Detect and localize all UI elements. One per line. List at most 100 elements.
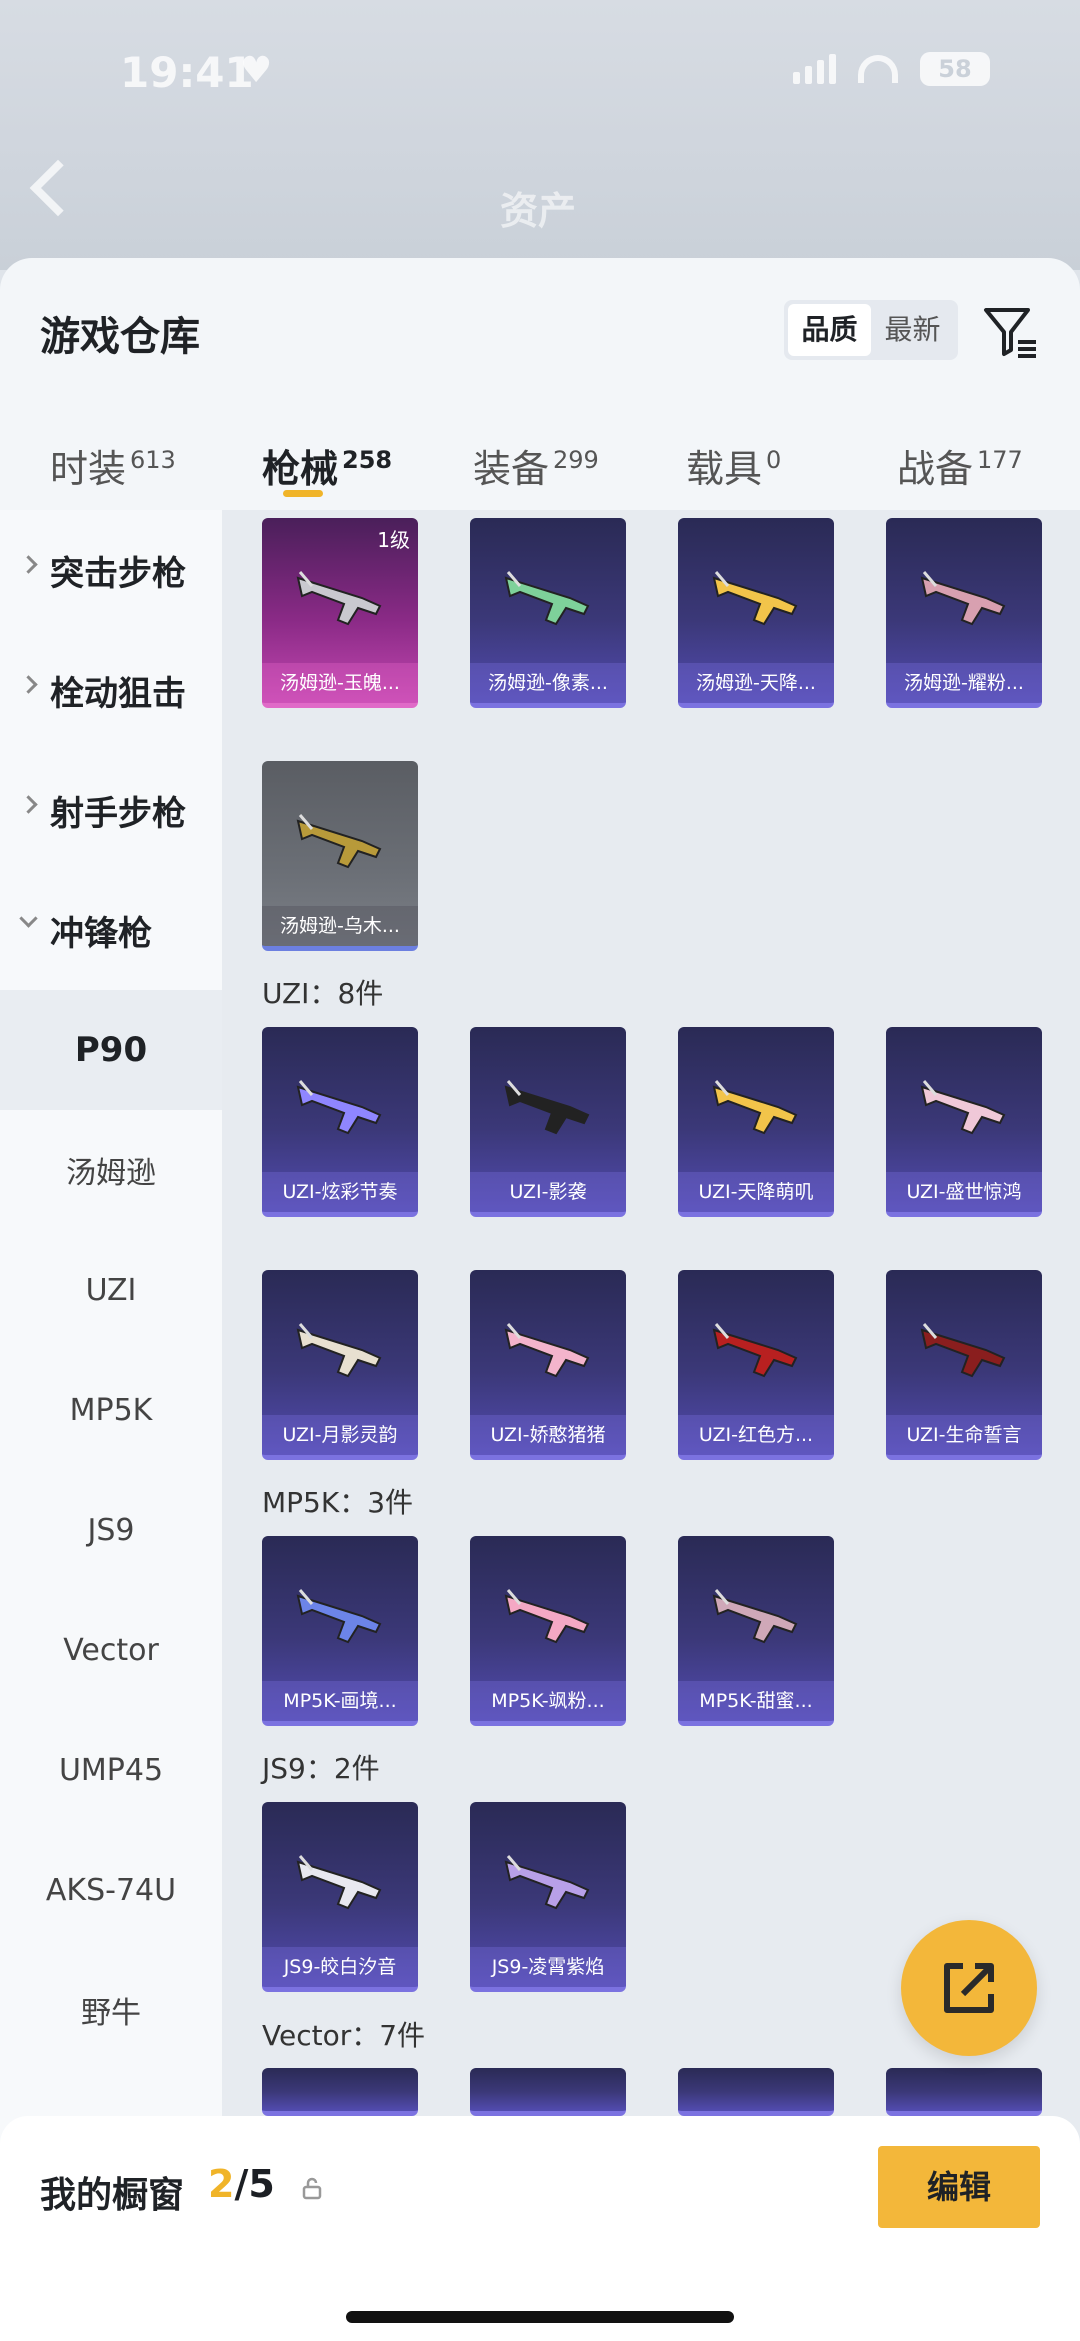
gun-icon [712, 571, 798, 626]
tab-guns[interactable]: 枪械 258 [262, 438, 392, 493]
gun-icon [504, 1080, 590, 1135]
item-name: UZI-月影灵韵 [262, 1415, 418, 1455]
item-level-badge: 1级 [377, 528, 410, 552]
weapon-skin-card[interactable] [678, 2068, 834, 2116]
sidebar-label: UMP45 [58, 1752, 164, 1788]
sidebar-item-assault-rifle[interactable]: 突击步枪 [0, 510, 222, 630]
gun-icon [296, 571, 382, 626]
panel-title: 游戏仓库 [40, 314, 200, 360]
tab-label: 时装 [50, 447, 127, 491]
tab-vehicles[interactable]: 载具 0 [686, 438, 781, 493]
item-name: UZI-生命誓言 [886, 1415, 1042, 1455]
weapon-category-sidebar: 突击步枪 栓动狙击 射手步枪 冲锋枪 P90 汤姆逊 UZI MP5K JS9 … [0, 510, 222, 2341]
gun-icon [920, 1323, 1006, 1378]
weapon-skin-card[interactable]: UZI-炫彩节奏 [262, 1027, 418, 1217]
page-title: 资产 [500, 189, 577, 233]
weapon-skin-card[interactable]: UZI-红色方... [678, 1270, 834, 1460]
item-name: MP5K-甜蜜... [678, 1681, 834, 1721]
sidebar-label: 汤姆逊 [66, 1156, 156, 1191]
sidebar-item-bolt-sniper[interactable]: 栓动狙击 [0, 630, 222, 750]
weapon-skin-card[interactable]: UZI-生命誓言 [886, 1270, 1042, 1460]
sidebar-item-vector[interactable]: Vector [0, 1590, 222, 1710]
gun-icon [712, 1589, 798, 1644]
filter-icon[interactable] [980, 302, 1040, 362]
showcase-total: /5 [234, 2162, 275, 2206]
item-name: UZI-红色方... [678, 1415, 834, 1455]
sidebar-item-mp5k[interactable]: MP5K [0, 1350, 222, 1470]
edit-button[interactable]: 编辑 [878, 2146, 1040, 2228]
showcase-current: 2 [208, 2162, 235, 2206]
item-name: 汤姆逊-像素... [470, 663, 626, 703]
tab-count: 258 [342, 446, 393, 474]
gun-icon [712, 1080, 798, 1135]
wifi-icon [858, 55, 898, 83]
sidebar-item-js9[interactable]: JS9 [0, 1470, 222, 1590]
sidebar-label: MP5K [69, 1392, 153, 1428]
sidebar-label: 突击步枪 [50, 553, 186, 594]
sidebar-label: 栓动狙击 [50, 673, 186, 714]
tab-equipment[interactable]: 装备 299 [473, 438, 599, 493]
weapon-skin-card[interactable]: JS9-凌霄紫焰 [470, 1802, 626, 1992]
weapon-skin-card[interactable]: 汤姆逊-乌木... [262, 761, 418, 951]
weapon-skin-card[interactable] [886, 2068, 1042, 2116]
active-tab-underline [283, 490, 323, 497]
chevron-right-icon [19, 674, 38, 694]
weapon-skin-card[interactable]: MP5K-画境... [262, 1536, 418, 1726]
sidebar-item-p90[interactable]: P90 [0, 990, 222, 1110]
showcase-count: 2/5 [208, 2162, 275, 2206]
item-name: 汤姆逊-天降... [678, 663, 834, 703]
tab-label: 装备 [473, 447, 550, 491]
gun-icon [504, 1323, 590, 1378]
sidebar-item-aks74u[interactable]: AKS-74U [0, 1830, 222, 1950]
sidebar-item-bison[interactable]: 野牛 [0, 1950, 222, 2070]
weapon-skin-card[interactable]: MP5K-飒粉... [470, 1536, 626, 1726]
weapon-skin-card[interactable]: 1级汤姆逊-玉魄... [262, 518, 418, 708]
tab-fashion[interactable]: 时装 613 [50, 438, 176, 493]
showcase-bar: 我的橱窗 2/5 编辑 [0, 2116, 1080, 2341]
item-name: JS9-凌霄紫焰 [470, 1947, 626, 1987]
gun-icon [504, 1855, 590, 1910]
item-name: JS9-皎白汐音 [262, 1947, 418, 1987]
status-time: 19:41 [120, 48, 254, 97]
weapon-skin-card[interactable]: UZI-影袭 [470, 1027, 626, 1217]
tab-label: 枪械 [262, 447, 339, 491]
gun-icon [296, 1589, 382, 1644]
sidebar-label: P90 [0, 990, 222, 1110]
sort-toggle: 品质 最新 [784, 300, 958, 360]
weapon-skin-card[interactable]: 汤姆逊-像素... [470, 518, 626, 708]
sort-newest-option[interactable]: 最新 [871, 304, 954, 356]
gun-icon [712, 1323, 798, 1378]
signal-icon [793, 54, 836, 84]
sidebar-item-thompson[interactable]: 汤姆逊 [0, 1110, 222, 1230]
sidebar-item-smg[interactable]: 冲锋枪 [0, 870, 222, 990]
group-title-mp5k: MP5K：3件 [262, 1486, 414, 1519]
sort-quality-option[interactable]: 品质 [788, 304, 871, 356]
item-name: MP5K-飒粉... [470, 1681, 626, 1721]
gun-icon [296, 1323, 382, 1378]
sidebar-label: JS9 [87, 1512, 135, 1548]
weapon-skin-card[interactable]: 汤姆逊-天降... [678, 518, 834, 708]
weapon-skin-card[interactable]: MP5K-甜蜜... [678, 1536, 834, 1726]
weapon-skin-card[interactable]: JS9-皎白汐音 [262, 1802, 418, 1992]
weapon-skin-card[interactable] [470, 2068, 626, 2116]
item-name: 汤姆逊-玉魄... [262, 663, 418, 703]
sidebar-item-uzi[interactable]: UZI [0, 1230, 222, 1350]
weapon-skin-card[interactable]: UZI-娇憨猪猪 [470, 1270, 626, 1460]
weapon-skin-card[interactable]: UZI-天降萌叽 [678, 1027, 834, 1217]
weapon-skin-card[interactable] [262, 2068, 418, 2116]
gun-icon [504, 1589, 590, 1644]
tab-count: 613 [130, 446, 176, 474]
sidebar-item-ump45[interactable]: UMP45 [0, 1710, 222, 1830]
heart-icon: ♥ [240, 50, 273, 91]
gun-icon [296, 814, 382, 869]
tab-count: 0 [766, 446, 782, 474]
weapon-skin-card[interactable]: UZI-盛世惊鸿 [886, 1027, 1042, 1217]
sidebar-item-marksman-rifle[interactable]: 射手步枪 [0, 750, 222, 870]
weapon-skin-card[interactable]: 汤姆逊-耀粉... [886, 518, 1042, 708]
share-button[interactable] [901, 1920, 1037, 2056]
tab-battle-gear[interactable]: 战备 177 [897, 438, 1023, 493]
weapon-skin-card[interactable]: UZI-月影灵韵 [262, 1270, 418, 1460]
item-name: 汤姆逊-耀粉... [886, 663, 1042, 703]
tab-count: 299 [553, 446, 599, 474]
group-title-vector: Vector：7件 [262, 2019, 426, 2052]
